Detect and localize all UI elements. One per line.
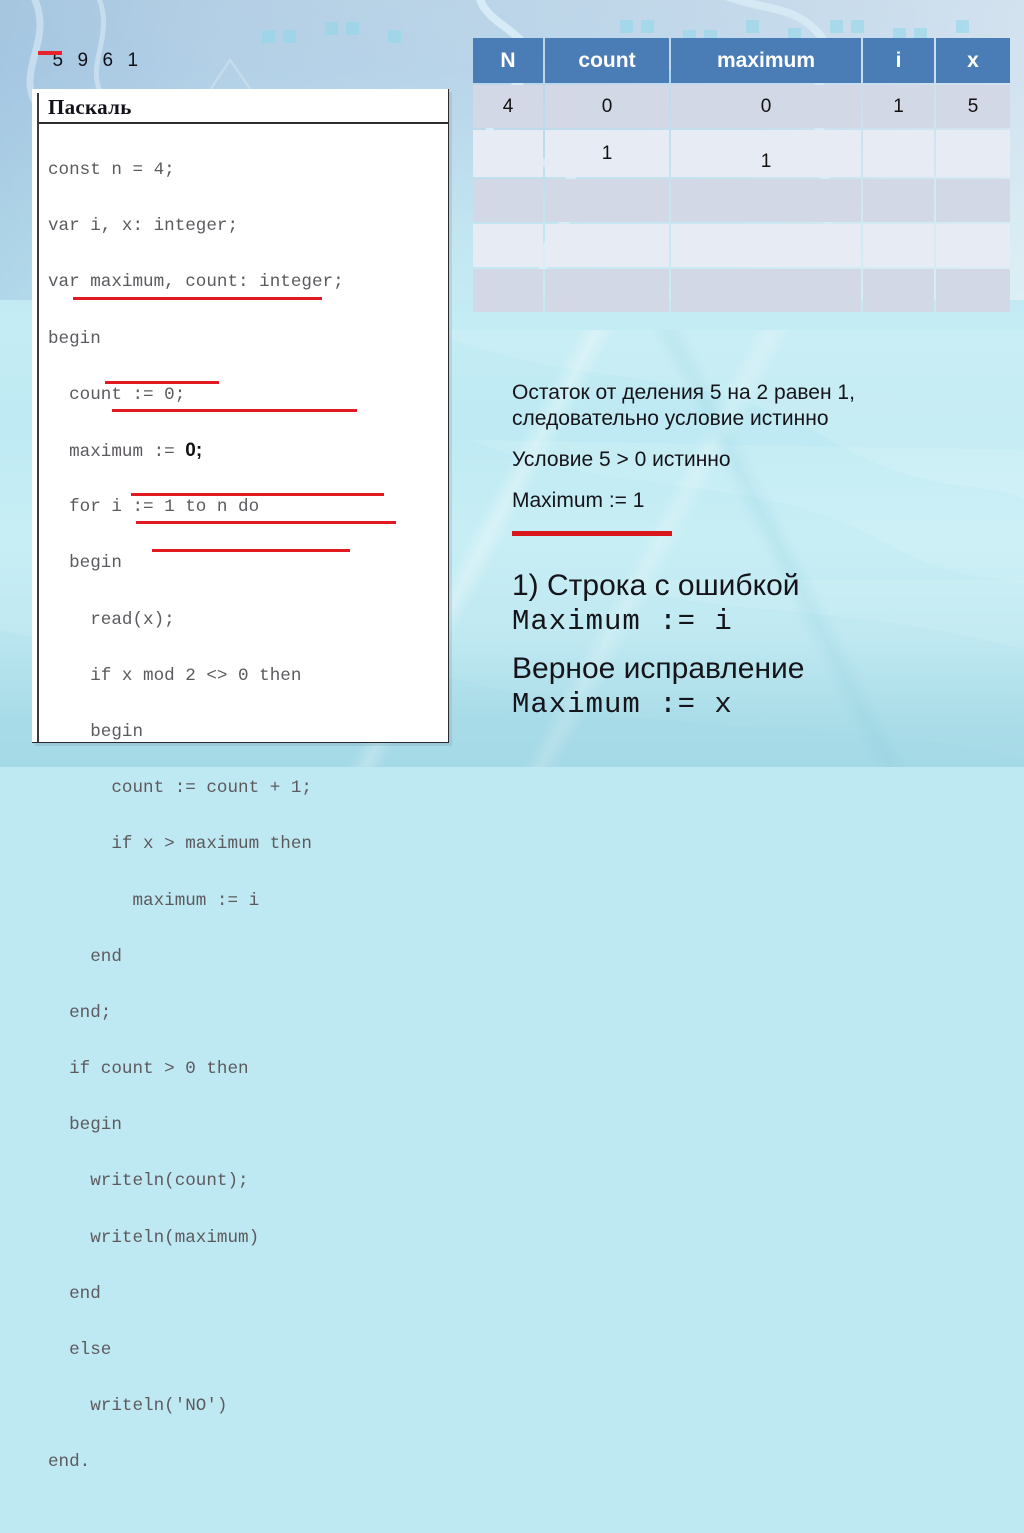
code-line: writeln('NO') bbox=[48, 1396, 228, 1417]
table-cell: 1 bbox=[545, 130, 669, 177]
table-cell: 4 bbox=[473, 85, 543, 128]
code-underline-if-x-mod bbox=[112, 409, 357, 412]
input-sequence-numbers: 5961 bbox=[34, 28, 146, 72]
explanation-line-4: Maximum := 1 bbox=[512, 489, 645, 512]
pascal-code-panel-inner: Паскаль const n = 4; var i, x: integer; … bbox=[37, 93, 448, 1472]
table-cell: 0 bbox=[545, 85, 669, 128]
explanation-line-2: следовательно условие истинно bbox=[512, 407, 829, 430]
code-underline-count-increment bbox=[131, 493, 384, 496]
table-header-n: N bbox=[473, 38, 543, 83]
code-line: end bbox=[48, 1283, 101, 1304]
code-underline-read-x bbox=[105, 381, 219, 384]
code-listing: const n = 4; var i, x: integer; var maxi… bbox=[39, 124, 448, 1533]
code-line: if x mod 2 <> 0 then bbox=[48, 665, 302, 686]
table-header-row: N count maximum i x bbox=[473, 38, 1010, 83]
table-cell bbox=[473, 130, 543, 177]
maximum-result-underline bbox=[512, 531, 672, 536]
pascal-code-panel: Паскаль const n = 4; var i, x: integer; … bbox=[32, 89, 449, 1472]
explanation-column: Остаток от деления 5 на 2 равен 1, следо… bbox=[512, 380, 1012, 723]
table-cell bbox=[863, 269, 934, 312]
code-line: count := 0; bbox=[48, 384, 186, 405]
code-line: if count > 0 then bbox=[48, 1059, 249, 1080]
table-cell bbox=[936, 269, 1010, 312]
code-line: begin bbox=[48, 328, 101, 349]
code-underline-for-loop bbox=[73, 297, 322, 300]
code-line-maximum-init: maximum := 0; bbox=[48, 437, 448, 465]
table-row: 1 1 bbox=[473, 130, 1010, 177]
code-line: end. bbox=[48, 1452, 91, 1473]
table-cell bbox=[936, 130, 1010, 177]
code-line: var maximum, count: integer; bbox=[48, 272, 344, 293]
table-row bbox=[473, 269, 1010, 312]
code-line: writeln(maximum) bbox=[48, 1227, 260, 1248]
code-line: end; bbox=[48, 1002, 112, 1023]
table-cell bbox=[936, 179, 1010, 222]
table-row: 4 0 0 1 5 bbox=[473, 85, 1010, 128]
code-line: writeln(count); bbox=[48, 1171, 249, 1192]
error-line-code: Maximum := i bbox=[512, 605, 733, 638]
code-line: end bbox=[48, 946, 122, 967]
explanation-line-1: Остаток от деления 5 на 2 равен 1, bbox=[512, 381, 855, 404]
code-line: for i := 1 to n do bbox=[48, 497, 260, 518]
table-cell bbox=[671, 269, 861, 312]
input-number-2: 6 bbox=[102, 50, 114, 71]
fix-code: Maximum := x bbox=[512, 688, 733, 721]
table-cell: 5 bbox=[936, 85, 1010, 128]
table-cell: 1 bbox=[671, 130, 861, 177]
table-cell bbox=[671, 224, 861, 267]
table-cell bbox=[936, 224, 1010, 267]
code-line: var i, x: integer; bbox=[48, 216, 239, 237]
code-underline-maximum-assign-i bbox=[152, 549, 350, 552]
code-line: maximum := i bbox=[48, 890, 260, 911]
table-cell bbox=[473, 224, 543, 267]
input-number-1: 9 bbox=[77, 50, 89, 71]
explanation-line-3: Условие 5 > 0 истинно bbox=[512, 448, 731, 471]
table-header-count: count bbox=[545, 38, 669, 83]
table-header-i: i bbox=[863, 38, 934, 83]
code-line: begin bbox=[48, 721, 144, 742]
table-cell bbox=[863, 224, 934, 267]
error-line-heading: 1) Строка с ошибкой bbox=[512, 569, 800, 602]
table-cell bbox=[545, 224, 669, 267]
code-line: const n = 4; bbox=[48, 160, 175, 181]
code-panel-title: Паскаль bbox=[39, 93, 448, 124]
zero-annotation: 0; bbox=[185, 440, 203, 462]
table-cell bbox=[671, 179, 861, 222]
code-underline-if-x-gt-maximum bbox=[136, 521, 396, 524]
code-line: begin bbox=[48, 1115, 122, 1136]
table-cell bbox=[863, 179, 934, 222]
table-cell bbox=[545, 269, 669, 312]
code-line-text: maximum := bbox=[48, 442, 186, 463]
table-row bbox=[473, 179, 1010, 222]
variable-trace-table: N count maximum i x 4 0 0 1 5 1 1 bbox=[471, 36, 1012, 314]
code-line: begin bbox=[48, 553, 122, 574]
code-line: read(x); bbox=[48, 609, 175, 630]
table-cell: 0 bbox=[671, 85, 861, 128]
table-cell bbox=[473, 179, 543, 222]
table-cell bbox=[863, 130, 934, 177]
code-line: else bbox=[48, 1340, 112, 1361]
input-number-highlight-underline bbox=[38, 51, 62, 55]
table-cell: 1 bbox=[863, 85, 934, 128]
table-cell bbox=[473, 269, 543, 312]
fix-heading: Верное исправление bbox=[512, 652, 805, 685]
table-cell bbox=[545, 179, 669, 222]
table-header-maximum: maximum bbox=[671, 38, 861, 83]
code-line: count := count + 1; bbox=[48, 778, 312, 799]
code-line: if x > maximum then bbox=[48, 834, 312, 855]
input-number-3: 1 bbox=[127, 50, 139, 71]
table-row bbox=[473, 224, 1010, 267]
table-header-x: x bbox=[936, 38, 1010, 83]
